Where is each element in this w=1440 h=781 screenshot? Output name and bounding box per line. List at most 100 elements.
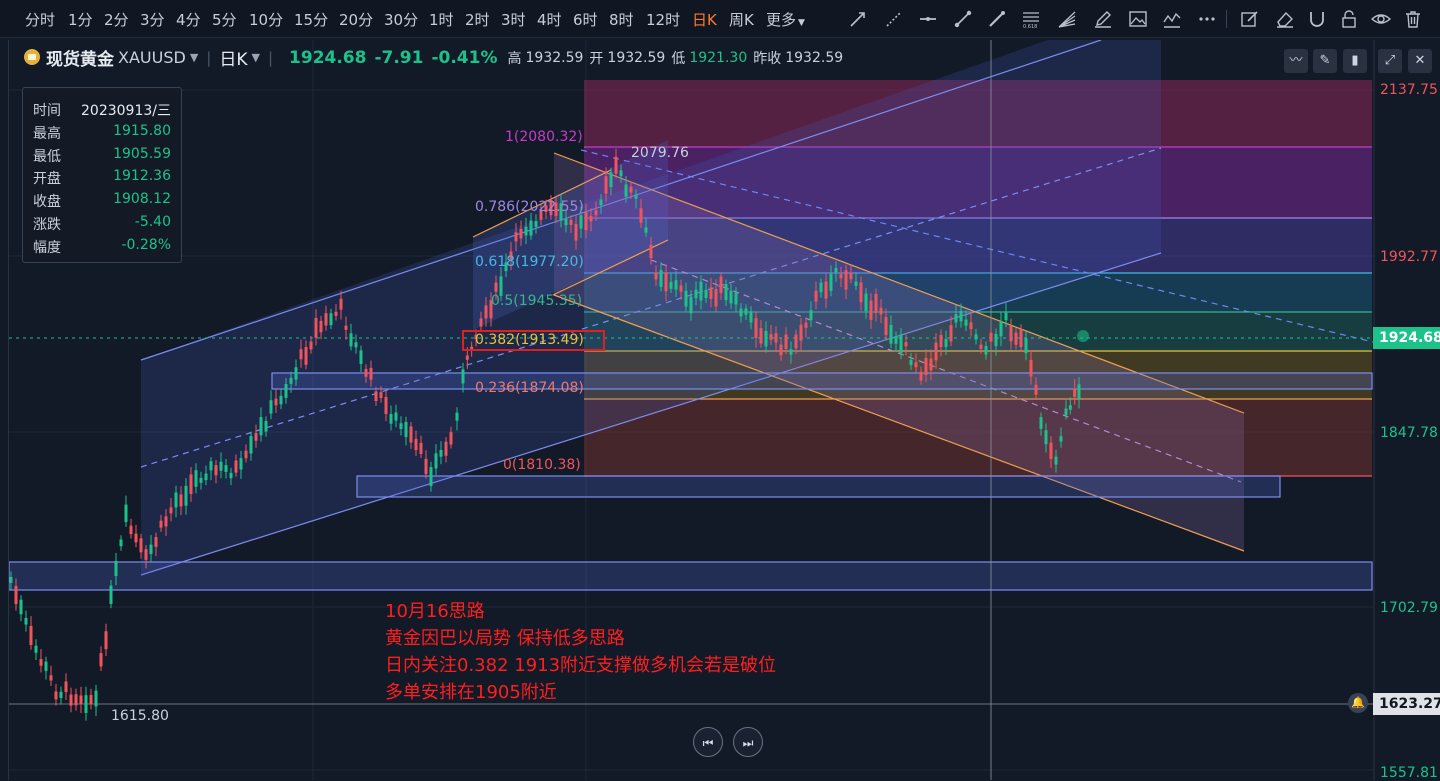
fan-icon[interactable] [1057,9,1077,29]
draw-button[interactable]: ✎ [1313,49,1337,73]
candle [1009,326,1013,342]
eraser-icon[interactable] [1275,9,1295,29]
replay-next-button[interactable]: ⏭ [733,727,763,757]
candle [764,330,768,347]
chevron-down-icon[interactable]: ▼ [252,51,260,64]
trash-icon[interactable] [1403,9,1423,29]
gold-coin-icon [24,48,40,65]
info-time-label: 时间 [33,103,61,119]
tf-2h[interactable]: 2时 [465,9,490,30]
horizontal-line-icon[interactable] [918,9,938,29]
candle [734,292,738,305]
candle [1034,384,1038,395]
more-dots-icon[interactable] [1197,9,1217,29]
replay-prev-button[interactable]: ⏮ [693,727,723,757]
indicator-button[interactable]: 〰 [1284,49,1308,73]
period-selector[interactable]: 日K [219,50,247,70]
symbol-code[interactable]: XAUUSD [118,48,186,67]
tf-6h[interactable]: 6时 [573,9,598,30]
tf-5m[interactable]: 5分 [212,9,237,30]
candle [644,227,648,233]
fullscreen-button[interactable]: ⤢ [1378,49,1402,73]
candle [104,631,108,650]
info-open-label: 开盘 [33,171,61,187]
magnet-icon[interactable] [1307,9,1327,29]
tf-more[interactable]: 更多 ▼ [766,9,805,30]
fibonacci-icon[interactable]: 0.618 [1021,9,1041,29]
tf-intraday[interactable]: 分时 [25,9,55,30]
segment-icon[interactable] [953,9,973,29]
candle [174,492,178,508]
candle [44,661,48,671]
candle [999,321,1003,337]
tf-3h[interactable]: 3时 [501,9,526,30]
candle [394,412,398,421]
candle [109,585,113,604]
candle [199,477,203,483]
tf-10m[interactable]: 10分 [249,9,283,30]
candle [479,318,483,327]
close-button[interactable]: ✕ [1408,49,1432,73]
candle [779,344,783,356]
axis-label: 1992.77 [1380,249,1438,265]
tf-1m[interactable]: 1分 [68,9,93,30]
lock-icon[interactable] [1339,9,1359,29]
ray-line-icon[interactable] [884,9,904,29]
tf-4m[interactable]: 4分 [176,9,201,30]
tf-12h[interactable]: 12时 [646,9,680,30]
info-low-label: 最低 [33,149,61,165]
tf-20m[interactable]: 20分 [339,9,373,30]
candle [334,311,338,316]
candle-style-button[interactable]: ▮ [1343,49,1367,73]
alert-bell-icon[interactable]: 🔔 [1348,693,1368,713]
candle [824,281,828,299]
symbol-name[interactable]: 现货黄金 [46,50,114,70]
candle [419,442,423,454]
candle [1064,408,1068,416]
candle [939,334,943,348]
tf-15m[interactable]: 15分 [294,9,328,30]
trend-line-icon[interactable] [848,9,868,29]
chevron-down-icon[interactable]: ▼ [190,51,198,64]
brush-line-icon[interactable] [987,9,1007,29]
note-line: 黄金因巴以局势 保持低多思路 [385,628,625,649]
tf-week[interactable]: 周K [729,9,754,30]
tf-2m[interactable]: 2分 [104,9,129,30]
candle [339,298,343,310]
image-icon[interactable] [1128,9,1148,29]
info-high: 1915.80 [113,123,171,139]
candle [829,273,833,291]
tf-4h[interactable]: 4时 [537,9,562,30]
candle [854,281,858,286]
candle [1054,456,1058,465]
candle [299,349,303,360]
tf-1h[interactable]: 1时 [429,9,454,30]
candle [1039,417,1043,429]
wave-icon[interactable] [1162,9,1182,29]
candle [219,461,223,471]
candle [949,325,953,342]
eye-icon[interactable] [1371,9,1391,29]
edit-icon[interactable] [1240,9,1260,29]
candle [34,645,38,653]
candle [989,332,993,342]
candle [439,450,443,457]
tf-3m[interactable]: 3分 [140,9,165,30]
candle [729,290,733,304]
candle [144,549,148,560]
candle [534,221,538,227]
trough-label: 1615.80 [111,708,169,724]
candle [864,293,868,312]
tf-30m[interactable]: 30分 [384,9,418,30]
tf-8h[interactable]: 8时 [609,9,634,30]
tf-day[interactable]: 日K [692,9,717,30]
info-close: 1908.12 [113,191,171,207]
candle [319,320,323,333]
pen-icon[interactable] [1093,9,1113,29]
candle [124,504,128,522]
candle [259,417,263,436]
candle [189,474,193,494]
divider: | [206,48,212,67]
divider: | [267,48,274,67]
candle [1049,442,1053,459]
